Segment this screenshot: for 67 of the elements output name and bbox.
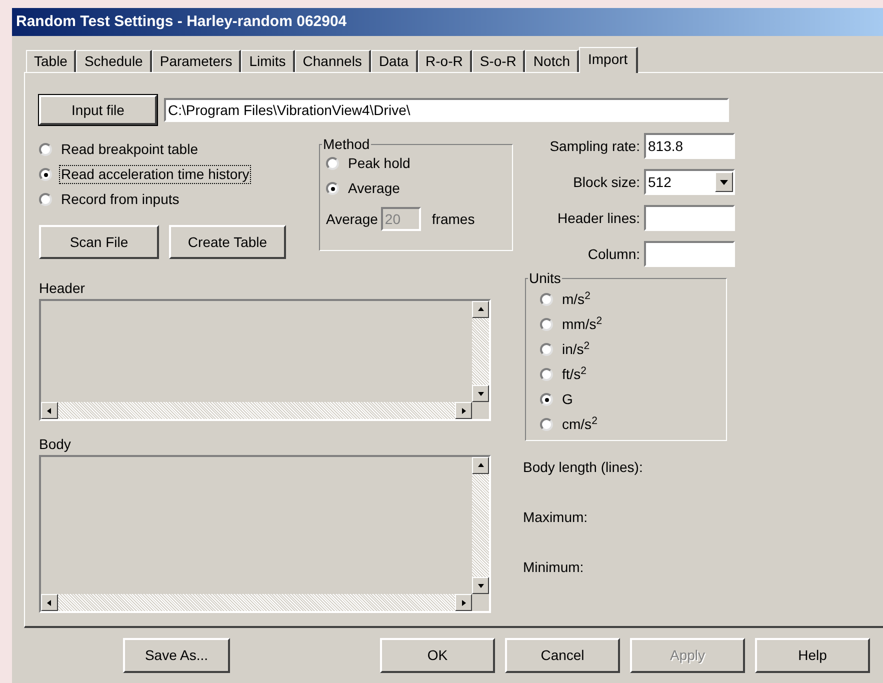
radio-label: Average: [347, 179, 401, 198]
scroll-down-icon[interactable]: [472, 385, 489, 402]
scroll-right-icon[interactable]: [455, 402, 472, 419]
group-title: Units: [528, 271, 562, 285]
radio-label: in/s$^{2}$: [561, 340, 591, 359]
radio-label: ft/s$^{2}$: [561, 365, 588, 384]
dropdown[interactable]: 512: [644, 169, 735, 195]
scroll-up-icon[interactable]: [472, 457, 489, 474]
dialog-button[interactable]: Cancel: [505, 638, 620, 673]
dialog-button[interactable]: Save As...: [123, 638, 230, 673]
radio-label: Record from inputs: [60, 190, 180, 209]
field-label: Block size:: [573, 172, 640, 192]
field-label: Average: [326, 210, 378, 229]
radio-button[interactable]: [540, 318, 553, 331]
scroll-down-icon[interactable]: [472, 577, 489, 594]
field-label: Header lines:: [558, 208, 640, 228]
radio-button[interactable]: [540, 293, 553, 306]
stat-label: Maximum:: [523, 509, 588, 525]
radio-label: cm/s$^{2}$: [561, 415, 598, 434]
radio-button[interactable]: [39, 193, 52, 206]
scroll-left-icon[interactable]: [41, 402, 58, 419]
tab[interactable]: Table: [26, 50, 76, 72]
scroll-up-icon[interactable]: [472, 301, 489, 318]
stat-label: Minimum:: [523, 559, 584, 575]
section-label: Body: [39, 435, 71, 453]
radio-button[interactable]: [39, 143, 52, 156]
radio-label: Peak hold: [347, 154, 412, 173]
text-area[interactable]: [39, 299, 491, 421]
radio-label: m/s$^{2}$: [561, 290, 592, 309]
radio-button[interactable]: [39, 168, 52, 181]
group-title: Method: [322, 137, 371, 151]
input-field[interactable]: 813.8: [644, 133, 735, 159]
tab[interactable]: S-o-R: [472, 50, 526, 72]
scroll-right-icon[interactable]: [455, 594, 472, 611]
tab[interactable]: Data: [370, 50, 418, 72]
radio-label: G: [561, 390, 574, 409]
tab[interactable]: Limits: [241, 50, 295, 72]
window-title: Random Test Settings - Harley-random 062904: [16, 12, 347, 32]
input-field[interactable]: [644, 241, 735, 267]
stat-label: Body length (lines):: [523, 459, 643, 475]
field-label: frames: [432, 210, 475, 228]
scan-file-button[interactable]: Scan File: [39, 225, 159, 259]
radio-button[interactable]: [326, 182, 339, 195]
path-field[interactable]: C:\Program Files\VibrationView4\Drive\: [164, 98, 729, 122]
scroll-left-icon[interactable]: [41, 594, 58, 611]
dialog-button: Apply: [630, 638, 745, 673]
radio-label: Read breakpoint table: [60, 140, 199, 159]
input-file-button[interactable]: Input file: [39, 95, 157, 125]
field-label: Sampling rate:: [550, 136, 640, 156]
tab[interactable]: R-o-R: [418, 50, 472, 72]
tab[interactable]: Channels: [294, 50, 371, 72]
radio-button[interactable]: [326, 157, 339, 170]
dialog-button[interactable]: Help: [755, 638, 870, 673]
dialog-button[interactable]: OK: [380, 638, 495, 673]
section-label: Header: [39, 279, 85, 297]
tab[interactable]: Import: [579, 47, 638, 73]
create-table-button[interactable]: Create Table: [169, 225, 286, 259]
radio-button[interactable]: [540, 343, 553, 356]
radio-label: Read acceleration time history: [59, 165, 252, 184]
radio-button[interactable]: [540, 418, 553, 431]
field-label: Column:: [588, 244, 640, 264]
radio-label: mm/s$^{2}$: [561, 315, 604, 334]
input-field[interactable]: [644, 205, 735, 231]
radio-button[interactable]: [540, 368, 553, 381]
radio-button[interactable]: [540, 393, 553, 406]
tab[interactable]: Schedule: [76, 50, 152, 72]
tab[interactable]: Parameters: [152, 50, 242, 72]
